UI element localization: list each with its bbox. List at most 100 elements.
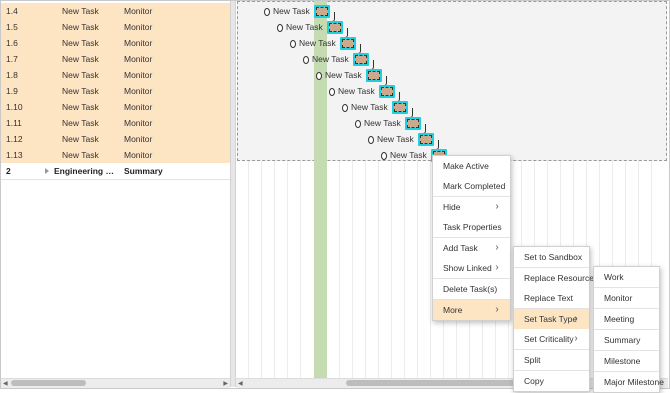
menu-item-label: Show Linked xyxy=(443,263,492,273)
task-bar[interactable] xyxy=(353,53,369,66)
menu-item-hide[interactable]: Hide › xyxy=(433,197,510,217)
row-type: Monitor xyxy=(124,70,153,80)
task-bar[interactable] xyxy=(314,5,330,18)
menu-item-make-active[interactable]: Make Active xyxy=(433,156,510,176)
grid-horizontal-scrollbar[interactable]: ◀ ▶ xyxy=(1,378,230,388)
milestone-marker-icon[interactable] xyxy=(316,72,322,80)
menu-item-split[interactable]: Split xyxy=(514,350,589,371)
scroll-left-arrow-icon[interactable]: ◀ xyxy=(3,380,8,388)
table-row[interactable]: 1.12 New Task Monitor xyxy=(1,131,230,148)
menu-item-type-meeting[interactable]: Meeting xyxy=(594,309,659,330)
task-bar[interactable] xyxy=(418,133,434,146)
menu-item-replace-resource[interactable]: Replace Resource xyxy=(514,268,594,288)
menu-item-type-milestone[interactable]: Milestone xyxy=(594,351,659,372)
milestone-marker-icon[interactable] xyxy=(264,8,270,16)
table-row[interactable]: 1.6 New Task Monitor xyxy=(1,35,230,52)
table-row[interactable]: 1.8 New Task Monitor xyxy=(1,67,230,84)
menu-item-type-summary[interactable]: Summary xyxy=(594,330,659,351)
milestone-marker-icon[interactable] xyxy=(368,136,374,144)
row-type: Monitor xyxy=(124,102,153,112)
table-row[interactable]: 1.13 New Task Monitor xyxy=(1,147,230,164)
chevron-right-icon: › xyxy=(574,313,578,324)
row-name: New Task xyxy=(62,38,99,48)
table-row[interactable]: 1.11 New Task Monitor xyxy=(1,115,230,132)
table-row[interactable]: 1.10 New Task Monitor xyxy=(1,99,230,116)
row-type: Monitor xyxy=(124,6,153,16)
gantt-scroll-thumb[interactable] xyxy=(346,380,516,386)
menu-item-label: Split xyxy=(524,355,541,365)
row-name: New Task xyxy=(62,86,99,96)
menu-item-replace-text[interactable]: Replace Text xyxy=(514,288,589,309)
grid-scroll-thumb[interactable] xyxy=(11,380,86,386)
table-row[interactable]: 1.7 New Task Monitor xyxy=(1,51,230,68)
task-bar[interactable] xyxy=(405,117,421,130)
row-name: New Task xyxy=(62,70,99,80)
row-name: Engineering Bu... xyxy=(54,166,118,176)
task-grid: 1.4 New Task Monitor 1.5 New Task Monito… xyxy=(1,1,230,379)
row-name: New Task xyxy=(62,6,99,16)
task-label[interactable]: New Task xyxy=(351,101,388,113)
table-row[interactable]: 1.5 New Task Monitor xyxy=(1,19,230,36)
menu-item-type-major-milestone[interactable]: Major Milestone xyxy=(594,372,664,392)
task-bar[interactable] xyxy=(379,85,395,98)
scroll-left-arrow-icon[interactable]: ◀ xyxy=(238,380,243,388)
menu-item-label: Copy xyxy=(524,376,544,386)
task-label[interactable]: New Task xyxy=(273,5,310,17)
table-row[interactable]: 1.9 New Task Monitor xyxy=(1,83,230,100)
menu-item-set-criticality[interactable]: Set Criticality › xyxy=(514,329,589,350)
task-bar[interactable] xyxy=(340,37,356,50)
menu-item-set-task-type[interactable]: Set Task Type › xyxy=(514,309,589,329)
menu-item-type-work[interactable]: Work xyxy=(594,267,659,288)
chevron-right-icon: › xyxy=(574,333,578,344)
menu-item-mark-completed[interactable]: Mark Completed xyxy=(433,176,510,197)
task-label[interactable]: New Task xyxy=(286,21,323,33)
task-label[interactable]: New Task xyxy=(325,69,362,81)
task-label[interactable]: New Task xyxy=(312,53,349,65)
task-bar[interactable] xyxy=(327,21,343,34)
menu-item-copy[interactable]: Copy xyxy=(514,371,589,391)
task-label[interactable]: New Task xyxy=(299,37,336,49)
task-label[interactable]: New Task xyxy=(338,85,375,97)
menu-item-label: Milestone xyxy=(604,356,641,366)
milestone-marker-icon[interactable] xyxy=(277,24,283,32)
task-label[interactable]: New Task xyxy=(390,149,427,161)
task-bar[interactable] xyxy=(366,69,382,82)
menu-item-type-monitor[interactable]: Monitor xyxy=(594,288,659,309)
task-label[interactable]: New Task xyxy=(377,133,414,145)
menu-item-set-to-sandbox[interactable]: Set to Sandbox xyxy=(514,247,589,268)
row-id: 1.10 xyxy=(6,102,23,112)
expand-triangle-icon[interactable] xyxy=(45,168,49,174)
menu-item-task-properties[interactable]: Task Properties xyxy=(433,217,510,238)
row-name: New Task xyxy=(62,102,99,112)
task-context-menu: Make Active Mark Completed Hide › Task Pr… xyxy=(432,155,511,321)
row-type: Monitor xyxy=(124,134,153,144)
menu-item-show-linked[interactable]: Show Linked › xyxy=(433,258,510,279)
table-row[interactable]: 1.4 New Task Monitor xyxy=(1,3,230,20)
milestone-marker-icon[interactable] xyxy=(329,88,335,96)
row-type: Monitor xyxy=(124,38,153,48)
task-bar[interactable] xyxy=(392,101,408,114)
task-label[interactable]: New Task xyxy=(364,117,401,129)
milestone-marker-icon[interactable] xyxy=(290,40,296,48)
menu-item-add-task[interactable]: Add Task › xyxy=(433,238,510,258)
milestone-marker-icon[interactable] xyxy=(355,120,361,128)
row-type: Summary xyxy=(124,166,163,176)
menu-item-more[interactable]: More › xyxy=(433,300,510,320)
milestone-marker-icon[interactable] xyxy=(342,104,348,112)
menu-item-label: Add Task xyxy=(443,243,478,253)
row-id: 1.9 xyxy=(6,86,18,96)
menu-item-delete-tasks[interactable]: Delete Task(s) xyxy=(433,279,510,300)
row-name: New Task xyxy=(62,134,99,144)
scroll-right-arrow-icon[interactable]: ▶ xyxy=(223,380,228,388)
milestone-marker-icon[interactable] xyxy=(303,56,309,64)
task-type-submenu: Work Monitor Meeting Summary Milestone M… xyxy=(593,266,664,393)
menu-item-label: Major Milestone xyxy=(604,377,664,387)
row-name: New Task xyxy=(62,118,99,128)
milestone-marker-icon[interactable] xyxy=(381,152,387,160)
menu-item-label: Set to Sandbox xyxy=(524,252,583,262)
chevron-right-icon: › xyxy=(495,304,499,315)
row-id: 1.4 xyxy=(6,6,18,16)
summary-row[interactable]: 2 Engineering Bu... Summary xyxy=(1,163,230,180)
row-id: 1.13 xyxy=(6,150,23,160)
menu-item-label: Mark Completed xyxy=(443,181,506,191)
